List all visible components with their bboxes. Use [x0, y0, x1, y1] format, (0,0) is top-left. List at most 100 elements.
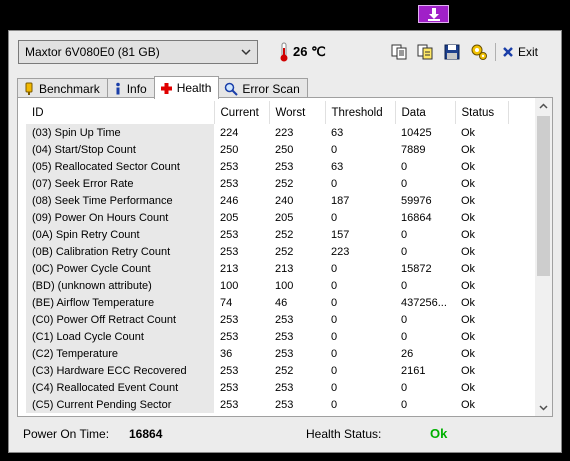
exit-icon: [503, 47, 513, 57]
scroll-up-button[interactable]: [535, 98, 552, 115]
table-row[interactable]: (BE) Airflow Temperature 74 46 0 437256... Ok: [26, 294, 508, 311]
table-row[interactable]: (05) Reallocated Sector Count 253 253 63 0 Ok: [26, 158, 508, 175]
drive-select[interactable]: Maxtor 6V080E0 (81 GB): [18, 40, 258, 64]
temperature-value: 26 ℃: [293, 44, 326, 59]
vertical-scrollbar[interactable]: [535, 98, 552, 416]
threshold-value: 0: [331, 143, 338, 156]
drive-select-value: Maxtor 6V080E0 (81 GB): [25, 45, 160, 59]
copy-button[interactable]: [388, 41, 410, 63]
raw-data: 16864: [401, 211, 432, 224]
download-icon: [427, 8, 440, 21]
table-row[interactable]: (0B) Calibration Retry Count 253 252 223 0 Ok: [26, 243, 508, 260]
attribute-id: (09) Power On Hours Count: [26, 209, 214, 226]
table-row[interactable]: (BD) (unknown attribute) 100 100 0 0 Ok: [26, 277, 508, 294]
power-on-label: Power On Time:: [23, 427, 110, 441]
column-header-current[interactable]: Current: [214, 101, 270, 124]
toolbar-separator: [495, 43, 496, 61]
status-value: Ok: [461, 296, 476, 309]
table-header: ID Current Worst Threshold Data Status: [26, 101, 509, 124]
worst-value: 223: [275, 126, 294, 139]
threshold-value: 0: [331, 381, 338, 394]
attribute-id: (08) Seek Time Performance: [26, 192, 214, 209]
column-header-threshold[interactable]: Threshold: [325, 101, 396, 124]
column-header-worst[interactable]: Worst: [269, 101, 326, 124]
tab-bar: Benchmark Info Health Error Scan: [17, 76, 308, 99]
table-row[interactable]: (09) Power On Hours Count 205 205 0 16864 Ok: [26, 209, 508, 226]
attribute-id: (04) Start/Stop Count: [26, 141, 214, 158]
save-button[interactable]: [441, 41, 463, 63]
status-value: Ok: [461, 228, 476, 241]
threshold-value: 63: [331, 126, 344, 139]
current-value: 253: [220, 398, 239, 411]
tab-label: Error Scan: [242, 81, 300, 96]
table-row[interactable]: (C4) Reallocated Event Count 253 253 0 0 Ok: [26, 379, 508, 396]
download-button[interactable]: [418, 5, 449, 23]
table-row[interactable]: (C2) Temperature 36 253 0 26 Ok: [26, 345, 508, 362]
tab-info[interactable]: Info: [106, 78, 155, 98]
scroll-thumb[interactable]: [537, 116, 550, 276]
title-bar: [0, 0, 570, 29]
column-header-status[interactable]: Status: [455, 101, 509, 124]
table-row[interactable]: (03) Spin Up Time 224 223 63 10425 Ok: [26, 124, 508, 141]
temperature-readout: 26 ℃: [279, 41, 326, 63]
attribute-id: (BE) Airflow Temperature: [26, 294, 214, 311]
table-row[interactable]: (07) Seek Error Rate 253 252 0 0 Ok: [26, 175, 508, 192]
threshold-value: 0: [331, 211, 338, 224]
attribute-id: (0B) Calibration Retry Count: [26, 243, 214, 260]
raw-data: 10425: [401, 126, 432, 139]
status-value: Ok: [461, 126, 476, 139]
table-row[interactable]: (C0) Power Off Retract Count 253 253 0 0 Ok: [26, 311, 508, 328]
attribute-id: (C1) Load Cycle Count: [26, 328, 214, 345]
current-value: 253: [220, 177, 239, 190]
status-value: Ok: [461, 364, 476, 377]
raw-data: 0: [401, 381, 408, 394]
threshold-value: 157: [331, 228, 350, 241]
scroll-down-button[interactable]: [535, 399, 552, 416]
table-row[interactable]: (08) Seek Time Performance 246 240 187 59976…: [26, 192, 508, 209]
health-status-value: Ok: [430, 426, 448, 441]
threshold-value: 0: [331, 279, 338, 292]
save-icon: [444, 44, 460, 60]
attribute-id: (C2) Temperature: [26, 345, 214, 362]
smart-table: ID Current Worst Threshold Data Status (…: [26, 101, 509, 413]
threshold-value: 0: [331, 398, 338, 411]
threshold-value: 0: [331, 364, 338, 377]
attribute-id: (03) Spin Up Time: [26, 124, 214, 141]
table-row[interactable]: (C5) Current Pending Sector 253 253 0 0 Ok: [26, 396, 508, 413]
settings-button[interactable]: [468, 41, 490, 63]
status-value: Ok: [461, 279, 476, 292]
status-value: Ok: [461, 245, 476, 258]
copy-all-icon: [417, 44, 433, 60]
current-value: 205: [220, 211, 239, 224]
table-row[interactable]: (C1) Load Cycle Count 253 253 0 0 Ok: [26, 328, 508, 345]
table-row[interactable]: (04) Start/Stop Count 250 250 0 7889 Ok: [26, 141, 508, 158]
worst-value: 100: [275, 279, 294, 292]
worst-value: 253: [275, 160, 294, 173]
raw-data: 0: [401, 160, 408, 173]
attribute-id: (C0) Power Off Retract Count: [26, 311, 214, 328]
column-header-data[interactable]: Data: [395, 101, 456, 124]
threshold-value: 0: [331, 177, 338, 190]
info-icon: [115, 82, 120, 94]
tab-label: Info: [126, 81, 147, 96]
copy-all-button[interactable]: [414, 41, 436, 63]
benchmark-icon: [25, 82, 33, 95]
status-value: Ok: [461, 160, 476, 173]
status-value: Ok: [461, 330, 476, 343]
main-window: Maxtor 6V080E0 (81 GB) 26 ℃ Exit Benchma…: [8, 30, 562, 453]
table-row[interactable]: (0C) Power Cycle Count 213 213 0 15872 Ok: [26, 260, 508, 277]
table-row[interactable]: (C3) Hardware ECC Recovered 253 252 0 2161 Ok: [26, 362, 508, 379]
status-value: Ok: [461, 262, 476, 275]
table-row[interactable]: (0A) Spin Retry Count 253 252 157 0 Ok: [26, 226, 508, 243]
column-header-id[interactable]: ID: [26, 101, 215, 124]
raw-data: 15872: [401, 262, 432, 275]
current-value: 250: [220, 143, 239, 156]
tab-benchmark[interactable]: Benchmark: [17, 78, 108, 98]
copy-icon: [391, 44, 407, 60]
current-value: 246: [220, 194, 239, 207]
tab-health[interactable]: Health: [153, 76, 220, 99]
exit-button[interactable]: Exit: [502, 41, 538, 63]
tab-error-scan[interactable]: Error Scan: [218, 78, 308, 98]
chevron-up-icon: [539, 103, 548, 109]
worst-value: 240: [275, 194, 294, 207]
